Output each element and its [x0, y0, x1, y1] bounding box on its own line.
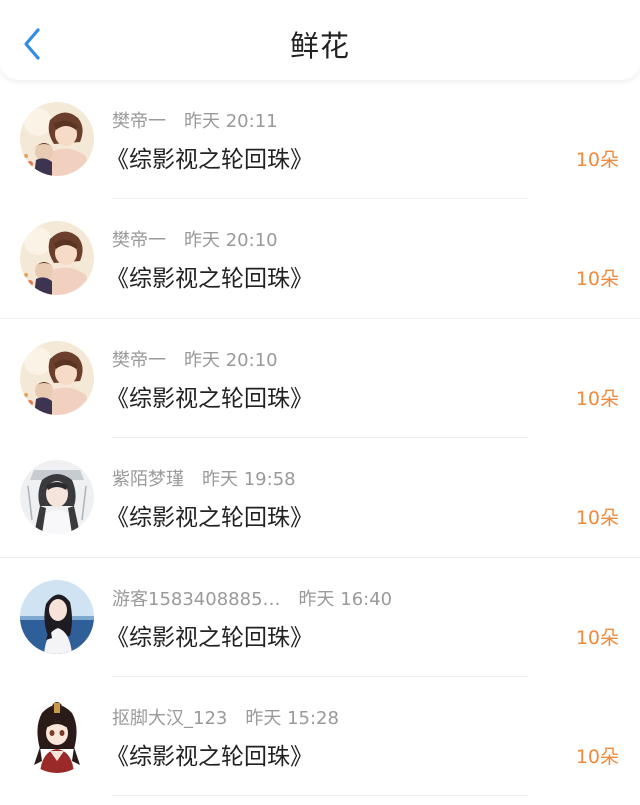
flower-count: 10朵 [575, 268, 619, 291]
sender-info: 樊帝一 昨天 20:11 [112, 110, 278, 134]
timestamp: 昨天 20:10 [184, 349, 278, 371]
list-item[interactable]: 抠脚大汉_123 昨天 15:28 《综影视之轮回珠》 10朵 [0, 677, 640, 797]
flower-list: 樊帝一昨天 20:11 《综影视之轮回珠》 10朵 樊帝一昨天 20:10 [0, 80, 640, 797]
avatar[interactable] [20, 102, 94, 176]
sender-info: 樊帝一 昨天 20:10 [112, 349, 278, 373]
username[interactable]: 游客1583408885… [112, 589, 281, 610]
book-title: 《综影视之轮回珠》 [106, 266, 313, 293]
flower-count: 10朵 [575, 507, 619, 530]
list-item[interactable]: 樊帝一 昨天 20:10 《综影视之轮回珠》 10朵 [0, 319, 640, 439]
avatar[interactable] [20, 698, 94, 773]
username[interactable]: 樊帝一 [112, 230, 166, 251]
flower-count: 10朵 [575, 149, 619, 171]
avatar[interactable] [20, 579, 94, 654]
sender-info: 抠脚大汉_123 昨天 15:28 [112, 707, 339, 731]
book-title: 《综影视之轮回珠》 [106, 385, 313, 412]
list-item[interactable]: 游客1583408885… 昨天 16:40 《综影视之轮回珠》 10朵 [0, 558, 640, 677]
timestamp: 昨天 15:28 [245, 707, 339, 729]
flower-count: 10朵 [575, 745, 619, 768]
book-title: 《综影视之轮回珠》 [106, 505, 313, 532]
timestamp: 昨天 16:40 [298, 588, 393, 610]
book-title: 《综影视之轮回珠》 [106, 743, 313, 770]
list-item[interactable]: 樊帝一 昨天 20:11 《综影视之轮回珠》 10朵 [0, 80, 640, 200]
divider [112, 795, 528, 797]
flower-count: 10朵 [575, 626, 619, 649]
timestamp: 昨天 20:11 [184, 111, 278, 132]
avatar[interactable] [20, 221, 94, 296]
flower-count: 10朵 [575, 387, 619, 410]
book-title: 《综影视之轮回珠》 [106, 147, 313, 173]
book-title: 《综影视之轮回珠》 [106, 624, 313, 651]
sender-info: 樊帝一 昨天 20:10 [112, 229, 278, 253]
page-title: 鲜花 [289, 29, 350, 63]
username[interactable]: 紫陌梦瑾 [112, 469, 184, 490]
username[interactable]: 樊帝一 [112, 111, 166, 132]
top-bar: 鲜花 [0, 0, 640, 80]
timestamp: 昨天 20:10 [184, 230, 278, 252]
username[interactable]: 樊帝一 [112, 350, 166, 371]
avatar[interactable] [20, 340, 94, 415]
sender-info: 紫陌梦瑾 昨天 19:58 [112, 468, 296, 492]
username[interactable]: 抠脚大汉_123 [112, 708, 227, 729]
timestamp: 昨天 19:58 [202, 469, 296, 491]
avatar[interactable] [20, 460, 94, 535]
list-item[interactable]: 樊帝一 昨天 20:10 《综影视之轮回珠》 10朵 [0, 199, 640, 319]
list-item[interactable]: 紫陌梦瑾 昨天 19:58 《综影视之轮回珠》 10朵 [0, 438, 640, 558]
sender-info: 游客1583408885… 昨天 16:40 [112, 588, 392, 612]
